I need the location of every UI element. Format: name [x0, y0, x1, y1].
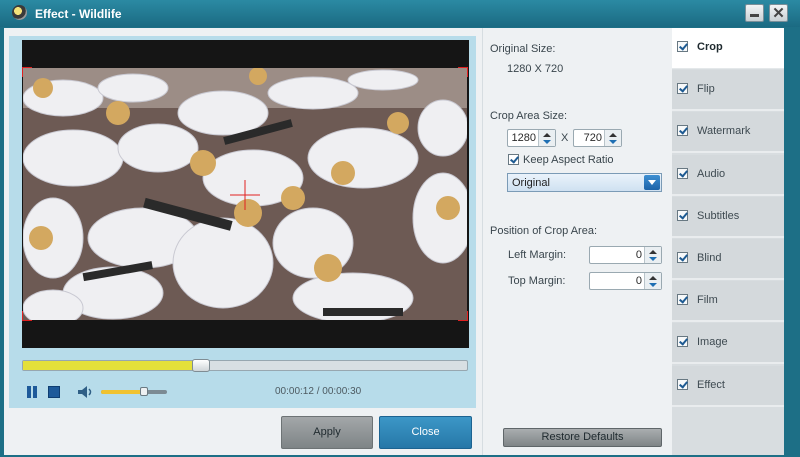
stop-icon[interactable]	[48, 386, 60, 398]
crop-corner-bottom-left[interactable]	[22, 311, 32, 321]
tab-crop[interactable]: Crop	[672, 28, 784, 69]
keep-aspect-label: Keep Aspect Ratio	[523, 154, 614, 166]
tab-image[interactable]: Image	[672, 323, 784, 365]
size-separator: X	[561, 132, 569, 144]
crop-width-stepper[interactable]	[538, 130, 555, 146]
minimize-icon[interactable]	[745, 4, 764, 22]
tab-checkbox[interactable]	[677, 378, 688, 390]
pause-icon[interactable]	[26, 386, 38, 398]
close-icon[interactable]: ✕	[769, 4, 788, 22]
aspect-ratio-select[interactable]: Original	[507, 173, 662, 192]
window-title: Effect - Wildlife	[35, 7, 122, 21]
tab-checkbox[interactable]	[677, 294, 688, 306]
tab-label: Watermark	[697, 125, 751, 138]
seek-progress	[23, 361, 201, 370]
position-label: Position of Crop Area:	[490, 225, 598, 237]
crop-area-label: Crop Area Size:	[490, 110, 568, 122]
tab-label: Subtitles	[697, 209, 740, 222]
tab-label: Image	[697, 336, 728, 349]
original-size-value: 1280 X 720	[507, 63, 564, 75]
aspect-ratio-value: Original	[512, 177, 550, 189]
tab-checkbox[interactable]	[677, 252, 688, 263]
tab-label: Film	[697, 294, 718, 307]
tab-blind[interactable]: Blind	[672, 239, 784, 280]
tab-label: Blind	[697, 252, 722, 264]
seek-thumb[interactable]	[191, 359, 210, 372]
crop-corner-bottom-right[interactable]	[458, 311, 468, 321]
tab-checkbox[interactable]	[677, 167, 688, 179]
tab-watermark[interactable]: Watermark	[672, 112, 784, 154]
close-glyph: ✕	[772, 5, 785, 22]
keep-aspect-checkbox[interactable]	[508, 154, 519, 165]
tab-subtitles[interactable]: Subtitles	[672, 196, 784, 238]
crop-settings-panel	[482, 28, 672, 455]
left-margin-label: Left Margin:	[508, 249, 567, 261]
apply-button[interactable]: Apply	[281, 416, 373, 449]
tab-label: Flip	[697, 83, 715, 96]
left-margin-input[interactable]: 0	[589, 246, 662, 264]
app-logo-icon	[12, 5, 27, 20]
volume-thumb[interactable]	[139, 387, 148, 396]
crop-width-input[interactable]: 1280	[507, 129, 556, 147]
volume-level	[101, 390, 144, 394]
tab-checkbox[interactable]	[677, 209, 688, 221]
top-margin-stepper[interactable]	[644, 273, 661, 289]
tab-checkbox[interactable]	[677, 83, 688, 95]
top-margin-input[interactable]: 0	[589, 272, 662, 290]
speaker-icon[interactable]	[78, 386, 94, 398]
tab-film[interactable]: Film	[672, 281, 784, 323]
top-margin-label: Top Margin:	[508, 275, 566, 287]
seek-bar[interactable]	[22, 359, 468, 372]
close-button[interactable]: Close	[379, 416, 472, 449]
chevron-down-icon[interactable]	[644, 175, 660, 190]
tab-effect[interactable]: Effect	[672, 365, 784, 407]
time-readout: 00:00:12 / 00:00:30	[275, 386, 362, 397]
tab-checkbox[interactable]	[677, 336, 688, 348]
tab-label: Effect	[697, 378, 725, 391]
crop-corner-top-right[interactable]	[458, 67, 468, 77]
original-size-label: Original Size:	[490, 43, 556, 55]
crop-height-input[interactable]: 720	[573, 129, 622, 147]
tab-checkbox[interactable]	[677, 125, 688, 137]
tabs-scrollbar[interactable]	[784, 28, 796, 455]
tab-label: Crop	[697, 41, 723, 53]
volume-slider[interactable]	[101, 387, 167, 396]
crop-height-stepper[interactable]	[604, 130, 621, 146]
left-margin-value: 0	[635, 249, 642, 261]
tab-flip[interactable]: Flip	[672, 70, 784, 112]
title-bar: Effect - Wildlife ✕	[0, 0, 800, 27]
restore-defaults-button[interactable]: Restore Defaults	[503, 428, 662, 447]
tab-checkbox[interactable]	[677, 41, 688, 52]
tab-audio[interactable]: Audio	[672, 154, 784, 196]
crop-height-value: 720	[583, 132, 602, 144]
crop-width-value: 1280	[511, 132, 536, 144]
video-frame-image	[23, 68, 467, 320]
top-margin-value: 0	[635, 275, 642, 287]
left-margin-stepper[interactable]	[644, 247, 661, 263]
tab-label: Audio	[697, 167, 726, 180]
crop-corner-top-left[interactable]	[22, 67, 32, 77]
